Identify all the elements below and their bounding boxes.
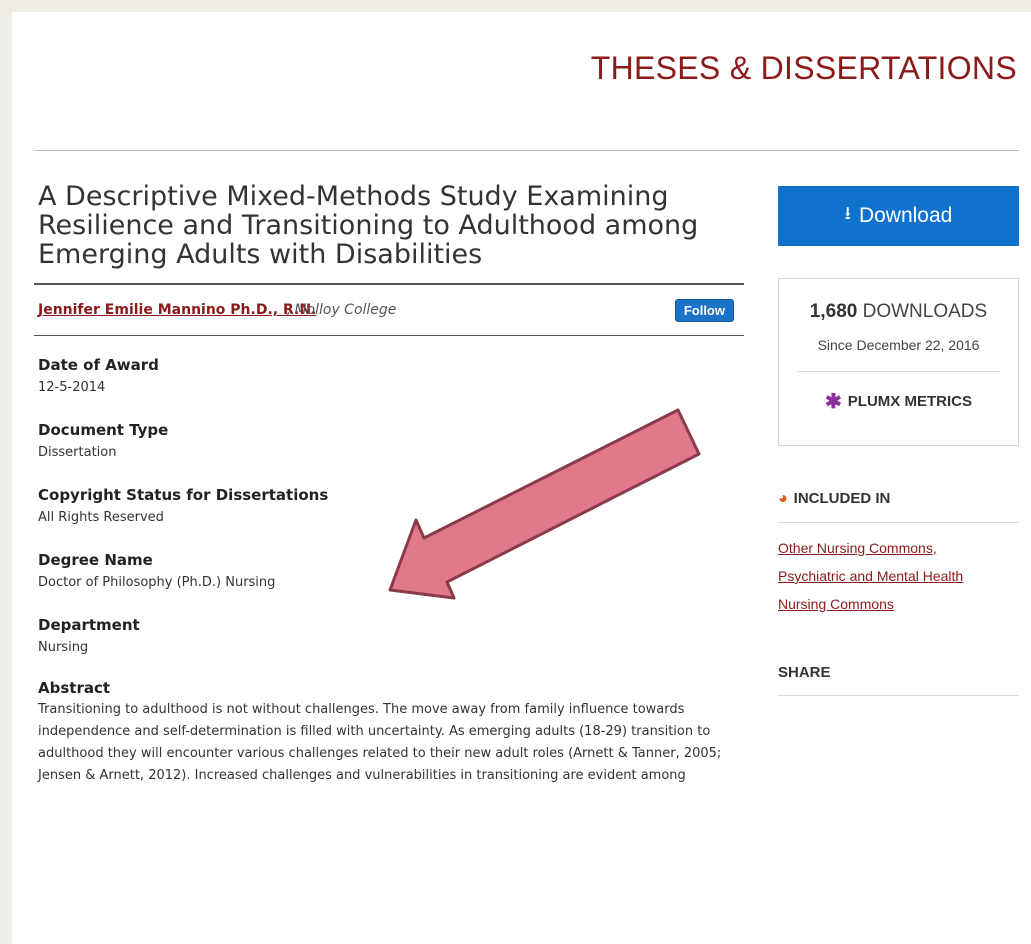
field-label: Copyright Status for Dissertations — [38, 486, 329, 504]
included-in-icon: ◕ — [778, 490, 788, 507]
field-label: Abstract — [38, 679, 111, 697]
field-degree-name: Degree Name Doctor of Philosophy (Ph.D.)… — [38, 551, 744, 590]
page: THESES & DISSERTATIONS A Descriptive Mix… — [12, 12, 1031, 944]
metrics-box: 1,680 DOWNLOADS Since December 22, 2016 … — [778, 278, 1019, 446]
author-row: Jennifer Emilie Mannino Ph.D., R.N. , Mol… — [34, 285, 744, 336]
field-value: Dissertation — [38, 445, 117, 460]
field-department: Department Nursing — [38, 616, 744, 655]
commons-link-psychiatric[interactable]: Psychiatric and Mental Health — [778, 562, 1019, 590]
commons-link-nursing[interactable]: Nursing Commons — [778, 590, 1019, 618]
header-divider — [34, 150, 1019, 151]
document-title: A Descriptive Mixed-Methods Study Examin… — [34, 182, 744, 285]
download-button[interactable]: ⭳ Download — [778, 186, 1019, 246]
main-content: A Descriptive Mixed-Methods Study Examin… — [34, 182, 744, 787]
metrics-divider — [797, 371, 1000, 372]
field-value: All Rights Reserved — [38, 510, 164, 525]
downloads-since: Since December 22, 2016 — [817, 337, 980, 353]
field-abstract: Abstract Transitioning to adulthood is n… — [38, 679, 744, 787]
field-document-type: Document Type Dissertation — [38, 421, 744, 460]
plumx-metrics-link[interactable]: ✱ PLUMX METRICS — [779, 389, 1018, 414]
plumx-icon: ✱ — [825, 391, 842, 413]
field-date-of-award: Date of Award 12-5-2014 — [38, 356, 744, 395]
author-affiliation: , Molloy College — [286, 302, 397, 318]
download-label: Download — [858, 204, 953, 227]
field-value: Nursing — [38, 640, 89, 655]
share-heading: SHARE — [778, 664, 1019, 696]
field-label: Document Type — [38, 421, 169, 439]
field-label: Date of Award — [38, 356, 159, 374]
author-link[interactable]: Jennifer Emilie Mannino Ph.D., R.N. — [38, 302, 316, 318]
section-title[interactable]: THESES & DISSERTATIONS — [591, 50, 1017, 87]
field-label: Degree Name — [38, 551, 153, 569]
download-count: 1,680 DOWNLOADS — [809, 301, 988, 322]
commons-link-other-nursing[interactable]: Other Nursing Commons, — [778, 534, 1019, 562]
follow-button[interactable]: Follow — [674, 299, 734, 322]
download-icon: ⭳ — [844, 203, 851, 223]
field-value: Doctor of Philosophy (Ph.D.) Nursing — [38, 575, 276, 590]
commons-list: Other Nursing Commons, Psychiatric and M… — [778, 534, 1019, 618]
field-label: Department — [38, 616, 140, 634]
included-in-heading: ◕ INCLUDED IN — [778, 490, 1019, 523]
field-value: 12-5-2014 — [38, 380, 106, 395]
field-copyright-status: Copyright Status for Dissertations All R… — [38, 486, 744, 525]
abstract-text: Transitioning to adulthood is not withou… — [38, 702, 722, 783]
